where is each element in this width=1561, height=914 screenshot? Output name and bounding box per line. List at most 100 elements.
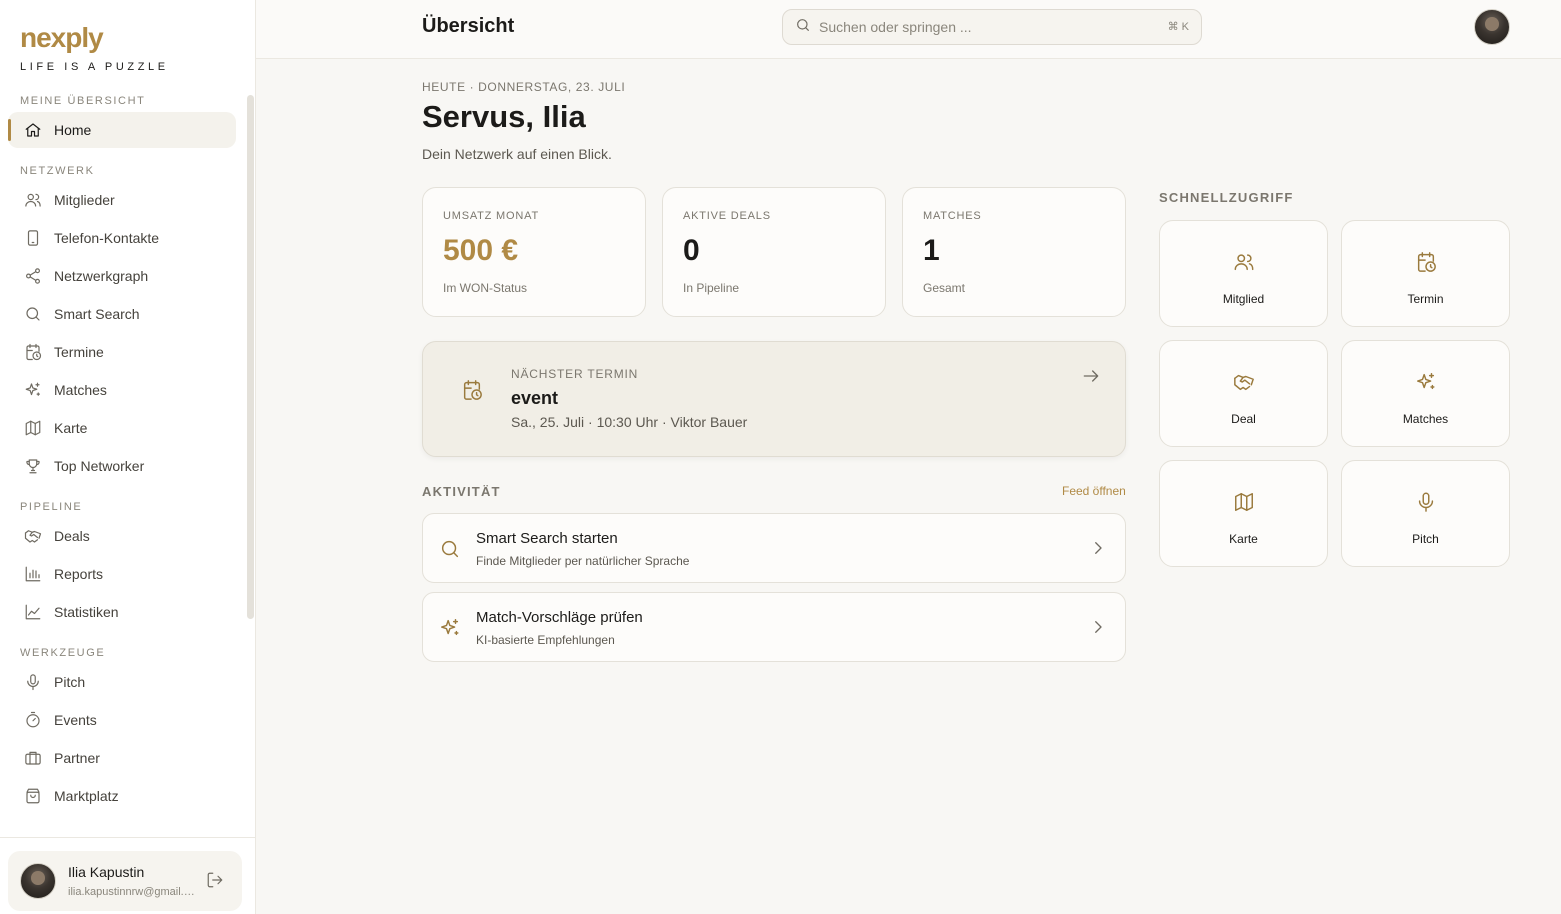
stat-card-umsatz: UMSATZ MONAT 500 € Im WON-Status: [422, 187, 646, 317]
stat-label: MATCHES: [923, 210, 982, 222]
sidebar-footer: Ilia Kapustin ilia.kapustinnrw@gmail.com: [0, 837, 255, 914]
sidebar-item-smart-search[interactable]: Smart Search: [8, 296, 236, 332]
user-name: Ilia Kapustin: [68, 863, 145, 880]
quick-tile-termin[interactable]: Termin: [1341, 220, 1510, 327]
search-icon: [439, 538, 461, 560]
map-icon: [1233, 491, 1255, 513]
brand-logo[interactable]: nexply LIFE IS A PUZZLE: [20, 22, 169, 73]
sidebar-item-marktplatz[interactable]: Marktplatz: [8, 778, 236, 814]
next-event-card[interactable]: NÄCHSTER TERMIN event Sa., 25. Juli · 10…: [422, 341, 1126, 457]
quick-tile-mitglied[interactable]: Mitglied: [1159, 220, 1328, 327]
map-icon: [24, 419, 42, 437]
activity-item-title: Match-Vorschläge prüfen: [476, 609, 643, 626]
stat-sub: Im WON-Status: [443, 281, 528, 295]
search-input[interactable]: [819, 19, 1149, 35]
sidebar: nexply LIFE IS A PUZZLE MEINE ÜBERSICHT …: [0, 0, 256, 914]
phone-icon: [24, 229, 42, 247]
sidebar-item-label: Home: [54, 122, 92, 138]
sidebar-item-label: Netzwerkgraph: [54, 268, 149, 284]
activity-item-subtitle: Finde Mitglieder per natürlicher Sprache: [476, 554, 690, 568]
sidebar-item-pitch[interactable]: Pitch: [8, 664, 236, 700]
sidebar-item-partner[interactable]: Partner: [8, 740, 236, 776]
shopping-bag-icon: [24, 787, 42, 805]
sidebar-item-mitglieder[interactable]: Mitglieder: [8, 182, 236, 218]
sidebar-item-label: Termine: [54, 344, 104, 360]
user-email: ilia.kapustinnrw@gmail.com: [68, 885, 198, 898]
sidebar-item-deals[interactable]: Deals: [8, 518, 236, 554]
sidebar-item-label: Partner: [54, 750, 100, 766]
share-graph-icon: [24, 267, 42, 285]
quick-tile-label: Pitch: [1412, 532, 1439, 546]
brand-name: nexply: [20, 22, 104, 53]
logout-icon[interactable]: [206, 871, 226, 891]
handshake-icon: [24, 527, 42, 545]
arrow-right-icon[interactable]: [1081, 366, 1101, 386]
sidebar-item-statistiken[interactable]: Statistiken: [8, 594, 236, 630]
chevron-right-icon: [1089, 618, 1107, 636]
handshake-icon: [1233, 371, 1255, 393]
stat-sub: In Pipeline: [683, 281, 740, 295]
sidebar-item-label: Pitch: [54, 674, 86, 690]
top-bar: Übersicht ⌘ K: [256, 0, 1561, 59]
trophy-icon: [24, 457, 42, 475]
sidebar-item-label: Smart Search: [54, 306, 140, 322]
page-title: Übersicht: [422, 15, 515, 37]
sidebar-item-label: Marktplatz: [54, 788, 119, 804]
search-shortcut: ⌘ K: [1167, 21, 1189, 33]
activity-item-subtitle: KI-basierte Empfehlungen: [476, 633, 615, 647]
sidebar-item-home[interactable]: Home: [8, 112, 236, 148]
user-card[interactable]: Ilia Kapustin ilia.kapustinnrw@gmail.com: [8, 851, 242, 911]
stat-value: 1: [923, 234, 940, 267]
quick-tile-karte[interactable]: Karte: [1159, 460, 1328, 567]
sidebar-item-events[interactable]: Events: [8, 702, 236, 738]
stat-label: AKTIVE DEALS: [683, 210, 771, 222]
next-event-label: NÄCHSTER TERMIN: [511, 367, 639, 381]
section-title-netzwerk: NETZWERK: [20, 165, 95, 177]
sidebar-nav: MEINE ÜBERSICHT Home NETZWERK Mitglieder…: [0, 92, 246, 816]
next-event-meta: Sa., 25. Juli · 10:30 Uhr · Viktor Bauer: [511, 414, 748, 430]
calendar-clock-icon: [24, 343, 42, 361]
calendar-clock-icon: [1415, 251, 1437, 273]
sidebar-item-matches[interactable]: Matches: [8, 372, 236, 408]
sidebar-item-reports[interactable]: Reports: [8, 556, 236, 592]
quick-tile-deal[interactable]: Deal: [1159, 340, 1328, 447]
activity-item-match-vorschlaege[interactable]: Match-Vorschläge prüfen KI-basierte Empf…: [422, 592, 1126, 662]
briefcase-icon: [24, 749, 42, 767]
sidebar-item-netzwerkgraph[interactable]: Netzwerkgraph: [8, 258, 236, 294]
quick-tile-label: Termin: [1407, 292, 1444, 306]
users-icon: [1233, 251, 1255, 273]
sidebar-item-label: Matches: [54, 382, 107, 398]
greeting: Servus, Ilia: [422, 99, 586, 134]
activity-heading: AKTIVITÄT: [422, 484, 501, 499]
sidebar-item-label: Statistiken: [54, 604, 119, 620]
avatar: [20, 863, 56, 899]
search-icon: [24, 305, 42, 323]
date-line: HEUTE · DONNERSTAG, 23. JULI: [422, 80, 626, 94]
chevron-right-icon: [1089, 539, 1107, 557]
sparkles-icon: [439, 617, 461, 639]
sidebar-scrollbar[interactable]: [247, 95, 254, 619]
quick-access-heading: SCHNELLZUGRIFF: [1159, 190, 1294, 205]
calendar-clock-icon: [461, 379, 483, 401]
sidebar-item-label: Mitglieder: [54, 192, 115, 208]
search-icon: [795, 17, 811, 38]
quick-tile-matches[interactable]: Matches: [1341, 340, 1510, 447]
sidebar-item-karte[interactable]: Karte: [8, 410, 236, 446]
quick-tile-pitch[interactable]: Pitch: [1341, 460, 1510, 567]
activity-item-smart-search[interactable]: Smart Search starten Finde Mitglieder pe…: [422, 513, 1126, 583]
profile-avatar[interactable]: [1474, 9, 1510, 45]
microphone-icon: [1415, 491, 1437, 513]
stat-label: UMSATZ MONAT: [443, 210, 539, 222]
brand-tagline: LIFE IS A PUZZLE: [20, 61, 169, 73]
feed-open-link[interactable]: Feed öffnen: [1062, 484, 1126, 498]
quick-tile-label: Deal: [1231, 412, 1256, 426]
search-bar[interactable]: ⌘ K: [782, 9, 1202, 45]
stat-card-matches: MATCHES 1 Gesamt: [902, 187, 1126, 317]
next-event-title: event: [511, 388, 559, 408]
section-title-pipeline: PIPELINE: [20, 501, 83, 513]
sidebar-item-telefon-kontakte[interactable]: Telefon-Kontakte: [8, 220, 236, 256]
sidebar-item-top-networker[interactable]: Top Networker: [8, 448, 236, 484]
stat-value: 0: [683, 234, 700, 267]
quick-tile-label: Mitglied: [1222, 292, 1265, 306]
sidebar-item-termine[interactable]: Termine: [8, 334, 236, 370]
